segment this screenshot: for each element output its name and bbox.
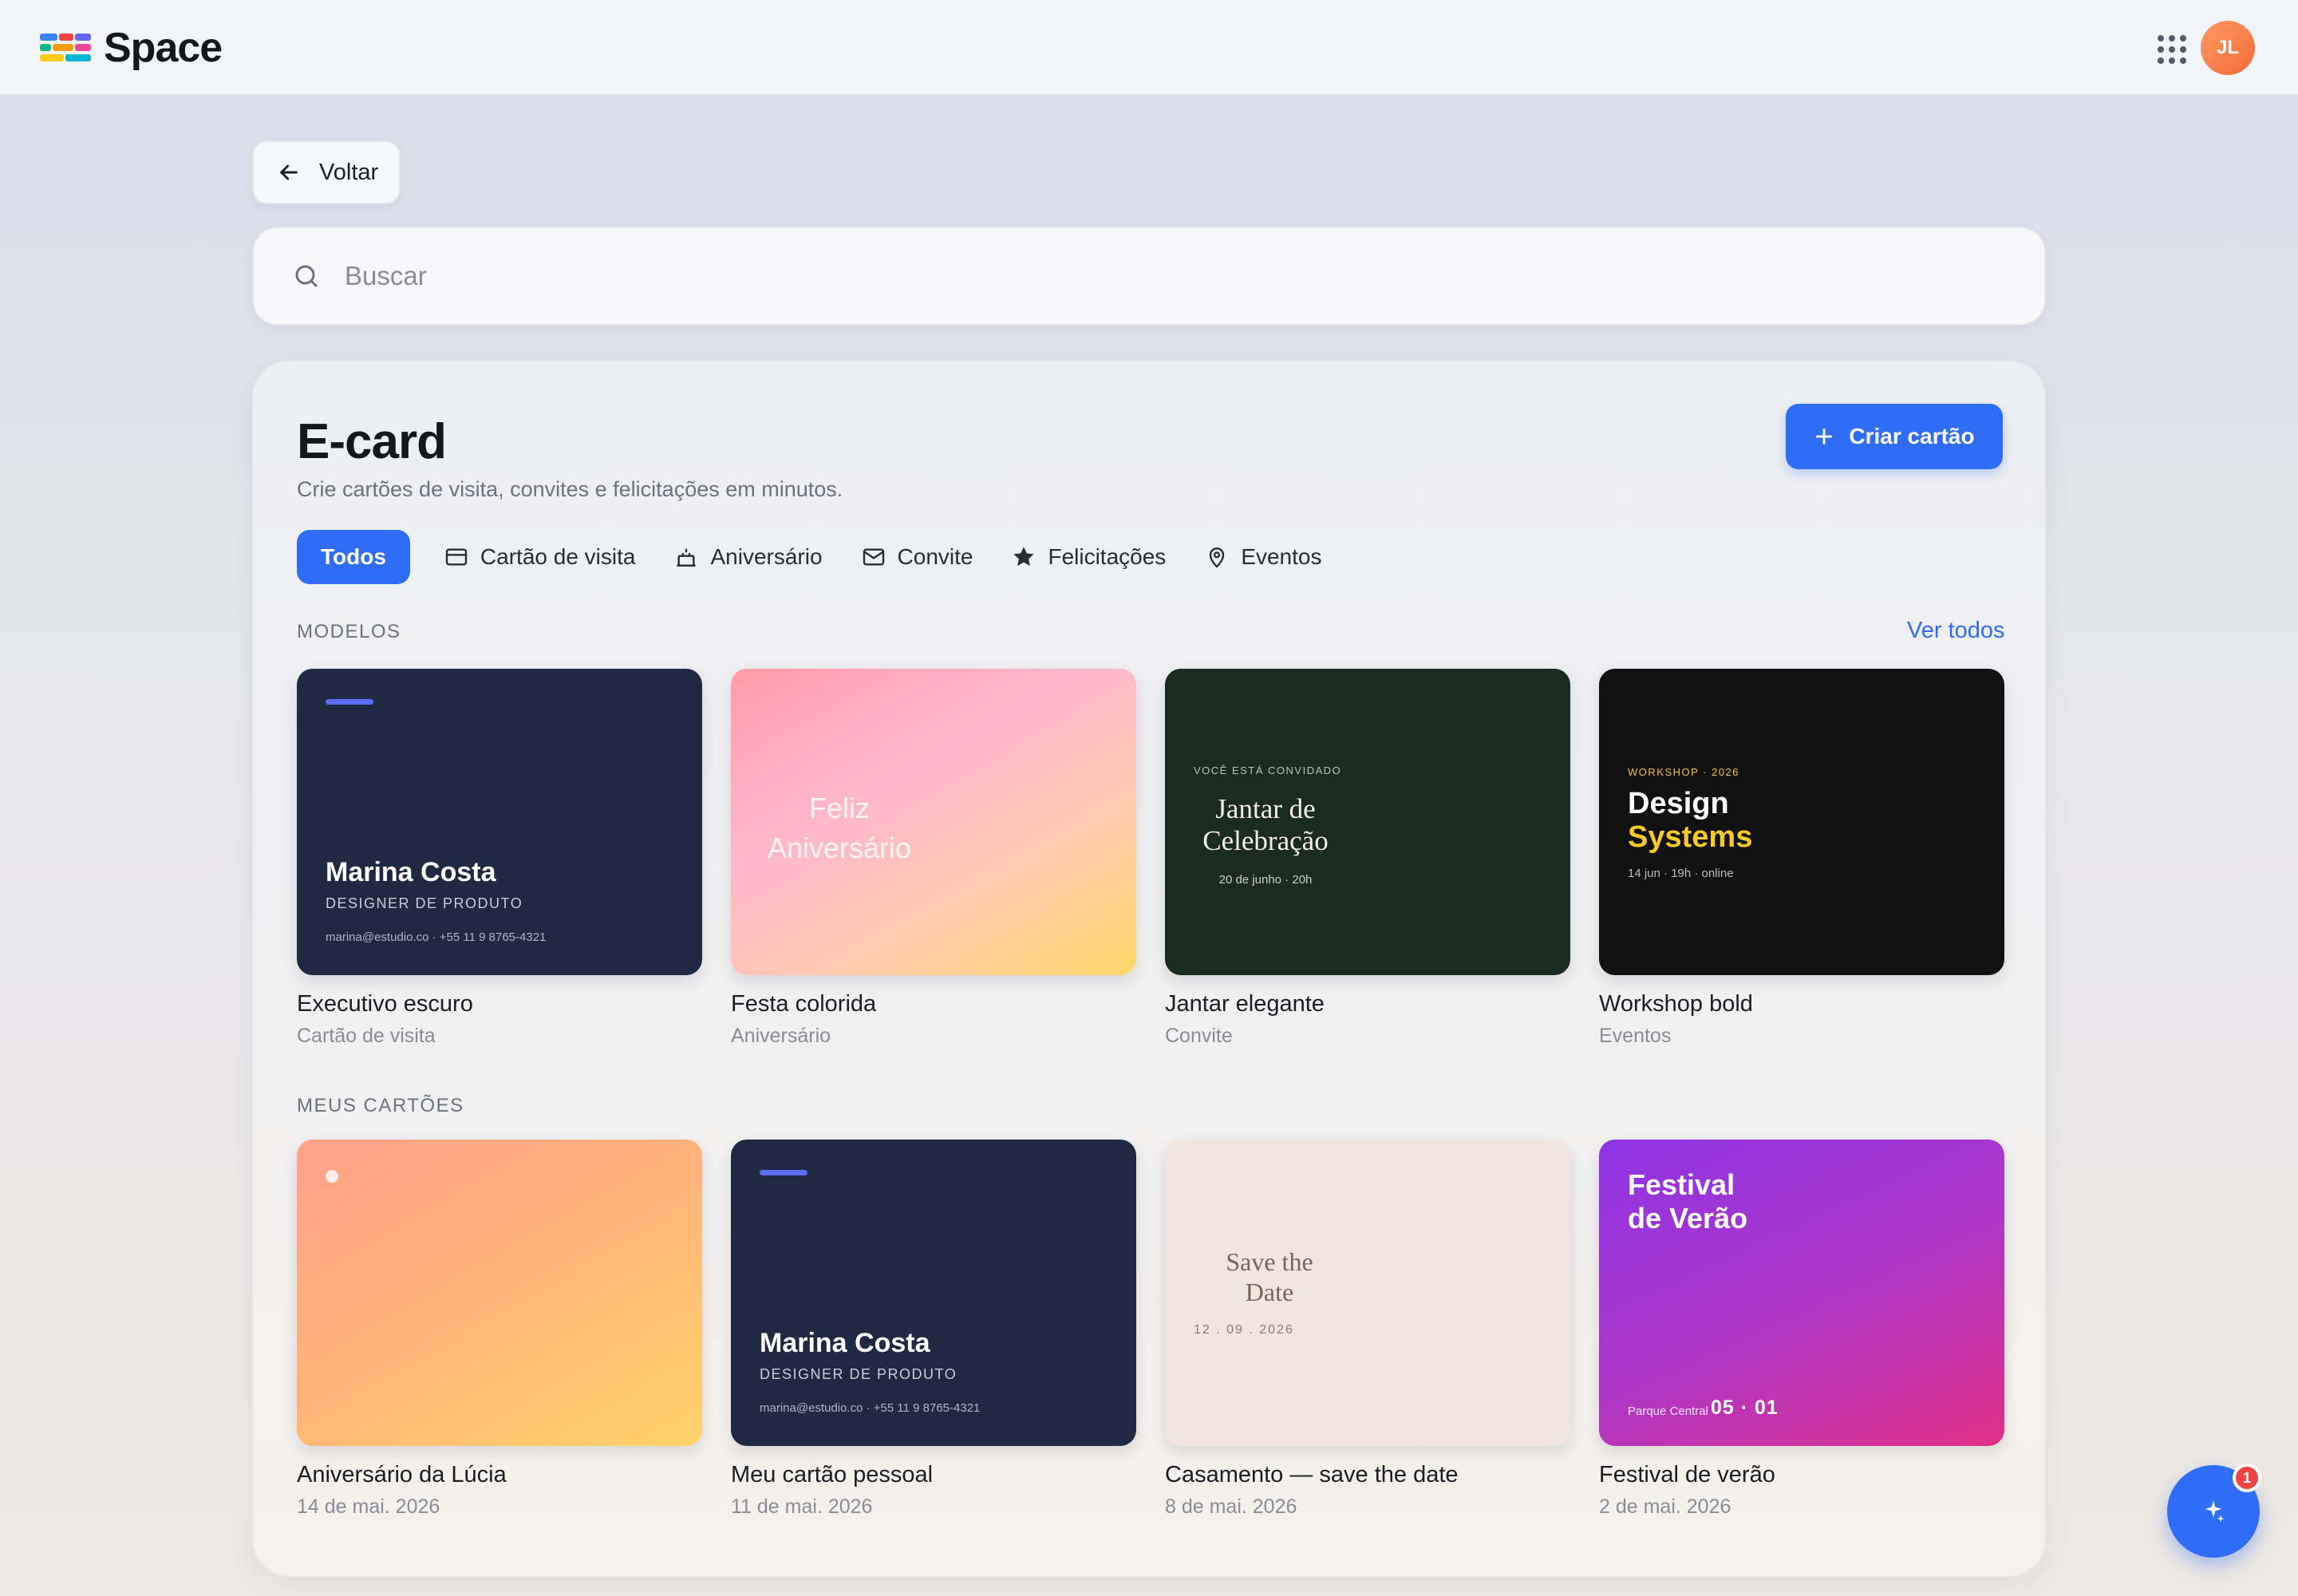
card-category: Eventos bbox=[1599, 1025, 1672, 1047]
card-thumbnail: Save the Date 12 . 09 . 2026 bbox=[1165, 1140, 1570, 1446]
accent-bar bbox=[326, 699, 373, 705]
thumb-line: Festival bbox=[1628, 1168, 1735, 1201]
thumb-text: Save the Date bbox=[1194, 1246, 1345, 1307]
card-name: Meu cartão pessoal bbox=[731, 1462, 934, 1487]
star-icon bbox=[1013, 547, 1035, 567]
thumb-text: Jantar de Celebração bbox=[1194, 793, 1337, 857]
notification-badge: 1 bbox=[2233, 1464, 2261, 1492]
see-all-link[interactable]: Ver todos bbox=[1907, 618, 2005, 644]
map-pin-icon bbox=[1210, 547, 1225, 568]
thumb-detail: 12 . 09 . 2026 bbox=[1194, 1323, 1294, 1337]
create-card-label: Criar cartão bbox=[1849, 424, 1975, 448]
ecard-panel: E-card Crie cartões de visita, convites … bbox=[252, 361, 2046, 1577]
sparkle-icon bbox=[2205, 1500, 2225, 1523]
filter-aniversario[interactable]: Aniversário bbox=[673, 530, 823, 584]
card-name: Executivo escuro bbox=[297, 991, 473, 1017]
thumb-location: Parque Central bbox=[1628, 1404, 1708, 1418]
top-bar: Space JL bbox=[0, 0, 2298, 96]
card-date: 11 de mai. 2026 bbox=[731, 1495, 873, 1518]
card-name: Festa colorida bbox=[731, 991, 877, 1017]
thumb-line: de Verão bbox=[1628, 1202, 1748, 1235]
thumb-line: Save the bbox=[1226, 1247, 1313, 1276]
back-button[interactable]: Voltar bbox=[252, 140, 401, 204]
filter-eventos[interactable]: Eventos bbox=[1204, 530, 1321, 584]
app-logo[interactable]: Space bbox=[40, 24, 223, 72]
thumb-role: DESIGNER DE PRODUTO bbox=[760, 1366, 958, 1382]
card-thumbnail: WORKSHOP · 2026 Design Systems 14 jun · … bbox=[1599, 669, 2004, 975]
filter-cartao-de-visita[interactable]: Cartão de visita bbox=[444, 530, 636, 584]
thumb-detail: 20 de junho · 20h bbox=[1218, 873, 1313, 887]
thumb-contact: marina@estudio.co · +55 11 9 8765-4321 bbox=[760, 1401, 981, 1415]
filter-label: Cartão de visita bbox=[480, 544, 636, 569]
thumb-line: Feliz bbox=[808, 792, 870, 824]
create-card-button[interactable]: Criar cartão bbox=[1786, 404, 2003, 469]
page-subtitle: Crie cartões de visita, convites e felic… bbox=[297, 477, 843, 501]
thumb-line: Jantar de bbox=[1215, 793, 1316, 824]
thumb-kicker: WORKSHOP · 2026 bbox=[1628, 766, 1740, 778]
arrow-left-icon bbox=[280, 164, 298, 180]
search-input[interactable] bbox=[345, 261, 1781, 291]
cake-icon bbox=[677, 548, 697, 567]
page-title: E-card bbox=[297, 414, 447, 469]
apps-grid-icon[interactable] bbox=[2158, 35, 2186, 64]
thumb-contact: marina@estudio.co · +55 11 9 8765-4321 bbox=[326, 930, 547, 944]
thumb-text: Feliz Aniversário bbox=[760, 788, 919, 868]
category-filters: Todos Cartão de visita Aniversário Convi… bbox=[297, 530, 1321, 584]
thumb-line: Systems bbox=[1628, 820, 1753, 854]
filter-felicitacoes[interactable]: Felicitações bbox=[1011, 530, 1166, 584]
thumb-date: 05 · 01 bbox=[1711, 1396, 1779, 1419]
plus-icon bbox=[1816, 428, 1833, 445]
app-name: Space bbox=[104, 25, 223, 71]
my-cards-section-label: MEUS CARTÕES bbox=[297, 1095, 464, 1116]
thumb-line: Aniversário bbox=[767, 832, 912, 864]
card-thumbnail bbox=[297, 1140, 702, 1446]
filter-label: Convite bbox=[897, 544, 973, 569]
thumb-line: Celebração bbox=[1202, 825, 1329, 856]
logo-icon bbox=[40, 32, 93, 64]
card-date: 2 de mai. 2026 bbox=[1599, 1495, 1731, 1518]
filter-todos[interactable]: Todos bbox=[297, 530, 410, 584]
thumb-line: Date bbox=[1245, 1278, 1294, 1306]
filter-label: Felicitações bbox=[1048, 544, 1167, 569]
card-thumbnail: VOCÊ ESTÁ CONVIDADO Jantar de Celebração… bbox=[1165, 669, 1570, 975]
card-name: Jantar elegante bbox=[1165, 991, 1325, 1017]
card-category: Cartão de visita bbox=[297, 1025, 436, 1047]
back-label: Voltar bbox=[319, 159, 379, 185]
card-name: Festival de verão bbox=[1599, 1462, 1775, 1487]
card-thumbnail: Marina Costa DESIGNER DE PRODUTO marina@… bbox=[731, 1140, 1136, 1446]
filter-label: Aniversário bbox=[710, 544, 823, 569]
accent-bar bbox=[760, 1170, 807, 1175]
thumb-person: Marina Costa bbox=[326, 857, 496, 887]
search-bar[interactable] bbox=[252, 227, 2046, 326]
card-date: 14 de mai. 2026 bbox=[297, 1495, 440, 1518]
thumb-detail: 14 jun · 19h · online bbox=[1628, 867, 1734, 880]
filter-label: Todos bbox=[321, 544, 386, 569]
card-date: 8 de mai. 2026 bbox=[1165, 1495, 1297, 1518]
thumb-person: Marina Costa bbox=[760, 1328, 930, 1358]
thumb-role: DESIGNER DE PRODUTO bbox=[326, 895, 523, 911]
avatar[interactable]: JL bbox=[2201, 21, 2255, 75]
mail-icon bbox=[863, 548, 884, 566]
card-name: Casamento — save the date bbox=[1165, 1462, 1459, 1487]
thumb-kicker: VOCÊ ESTÁ CONVIDADO bbox=[1194, 764, 1342, 776]
card-icon bbox=[445, 548, 468, 566]
card-name: Workshop bold bbox=[1599, 991, 1753, 1017]
thumb-text: Festival de Verão bbox=[1628, 1168, 1787, 1235]
filter-convite[interactable]: Convite bbox=[861, 530, 973, 584]
card-name: Aniversário da Lúcia bbox=[297, 1462, 507, 1487]
thumb-line: Design bbox=[1628, 787, 1729, 820]
card-thumbnail: Festival de Verão Parque Central 05 · 01 bbox=[1599, 1140, 2004, 1446]
search-icon bbox=[295, 265, 318, 287]
filter-label: Eventos bbox=[1241, 544, 1322, 569]
decor-dot bbox=[326, 1170, 338, 1183]
card-category: Convite bbox=[1165, 1025, 1233, 1047]
card-category: Aniversário bbox=[731, 1025, 831, 1047]
templates-section-label: MODELOS bbox=[297, 621, 401, 642]
card-thumbnail: Marina Costa DESIGNER DE PRODUTO marina@… bbox=[297, 669, 702, 975]
card-thumbnail: Feliz Aniversário bbox=[731, 669, 1136, 975]
